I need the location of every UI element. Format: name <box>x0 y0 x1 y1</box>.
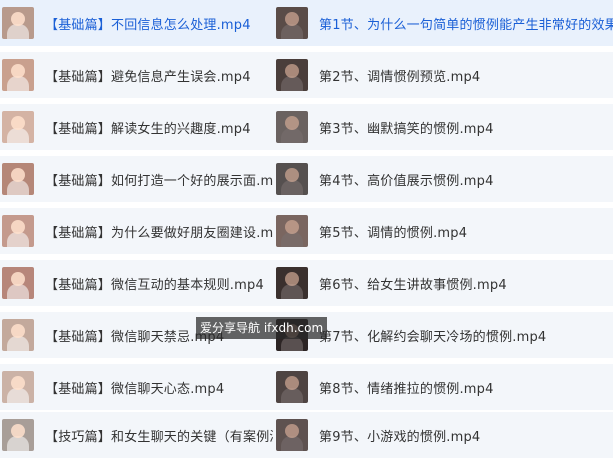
file-name: 第7节、化解约会聊天冷场的惯例.mp4 <box>319 329 547 345</box>
video-thumbnail <box>276 111 308 143</box>
video-thumbnail <box>276 371 308 403</box>
file-item[interactable]: 第9节、小游戏的惯例.mp4 <box>273 412 613 458</box>
file-item[interactable]: 第2节、调情惯例预览.mp4 <box>273 52 613 98</box>
video-thumbnail <box>2 319 34 351</box>
file-item[interactable]: 【基础篇】不回信息怎么处理.mp4 <box>0 0 310 46</box>
file-item[interactable]: 【技巧篇】和女生聊天的关键（有案例演示）.mp4 <box>0 412 310 458</box>
video-thumbnail <box>276 59 308 91</box>
file-item[interactable]: 第8节、情绪推拉的惯例.mp4 <box>273 364 613 410</box>
video-thumbnail <box>2 419 34 451</box>
file-item[interactable]: 第3节、幽默搞笑的惯例.mp4 <box>273 104 613 150</box>
video-thumbnail <box>2 267 34 299</box>
video-thumbnail <box>2 59 34 91</box>
file-name: 【基础篇】不回信息怎么处理.mp4 <box>45 17 251 33</box>
file-item[interactable]: 【基础篇】避免信息产生误会.mp4 <box>0 52 310 98</box>
file-name: 第1节、为什么一句简单的惯例能产生非常好的效果.mp4 <box>319 17 613 33</box>
file-name: 第8节、情绪推拉的惯例.mp4 <box>319 381 494 397</box>
file-item[interactable]: 第4节、高价值展示惯例.mp4 <box>273 156 613 202</box>
video-thumbnail <box>276 267 308 299</box>
file-name: 第5节、调情的惯例.mp4 <box>319 225 468 241</box>
video-thumbnail <box>276 163 308 195</box>
file-item[interactable]: 【基础篇】解读女生的兴趣度.mp4 <box>0 104 310 150</box>
file-item[interactable]: 第5节、调情的惯例.mp4 <box>273 208 613 254</box>
file-item[interactable]: 第6节、给女生讲故事惯例.mp4 <box>273 260 613 306</box>
file-name: 第9节、小游戏的惯例.mp4 <box>319 429 481 445</box>
file-item[interactable]: 【基础篇】微信聊天心态.mp4 <box>0 364 310 410</box>
file-name: 【基础篇】微信聊天心态.mp4 <box>45 381 225 397</box>
video-thumbnail <box>276 419 308 451</box>
file-name: 【基础篇】避免信息产生误会.mp4 <box>45 69 251 85</box>
file-item[interactable]: 【基础篇】如何打造一个好的展示面.mp4 <box>0 156 310 202</box>
video-thumbnail <box>276 215 308 247</box>
file-name: 【基础篇】如何打造一个好的展示面.mp4 <box>45 173 291 189</box>
file-item[interactable]: 第1节、为什么一句简单的惯例能产生非常好的效果.mp4 <box>273 0 613 46</box>
file-name: 第6节、给女生讲故事惯例.mp4 <box>319 277 507 293</box>
file-name: 【基础篇】解读女生的兴趣度.mp4 <box>45 121 251 137</box>
file-name: 【基础篇】为什么要做好朋友圈建设.mp4 <box>45 225 291 241</box>
video-thumbnail <box>2 163 34 195</box>
video-thumbnail <box>2 371 34 403</box>
file-item[interactable]: 【基础篇】为什么要做好朋友圈建设.mp4 <box>0 208 310 254</box>
file-grid: 【基础篇】不回信息怎么处理.mp4 【基础篇】避免信息产生误会.mp4 【基础篇… <box>0 0 613 458</box>
video-thumbnail <box>2 7 34 39</box>
file-name: 第2节、调情惯例预览.mp4 <box>319 69 481 85</box>
watermark: 爱分享导航 ifxdh.com <box>196 317 328 339</box>
file-name: 【技巧篇】和女生聊天的关键（有案例演示）.mp4 <box>45 429 310 445</box>
video-thumbnail <box>2 111 34 143</box>
file-name: 第3节、幽默搞笑的惯例.mp4 <box>319 121 494 137</box>
file-name: 第4节、高价值展示惯例.mp4 <box>319 173 494 189</box>
video-thumbnail <box>276 7 308 39</box>
file-name: 【基础篇】微信互动的基本规则.mp4 <box>45 277 264 293</box>
video-thumbnail <box>2 215 34 247</box>
file-item[interactable]: 【基础篇】微信互动的基本规则.mp4 <box>0 260 310 306</box>
